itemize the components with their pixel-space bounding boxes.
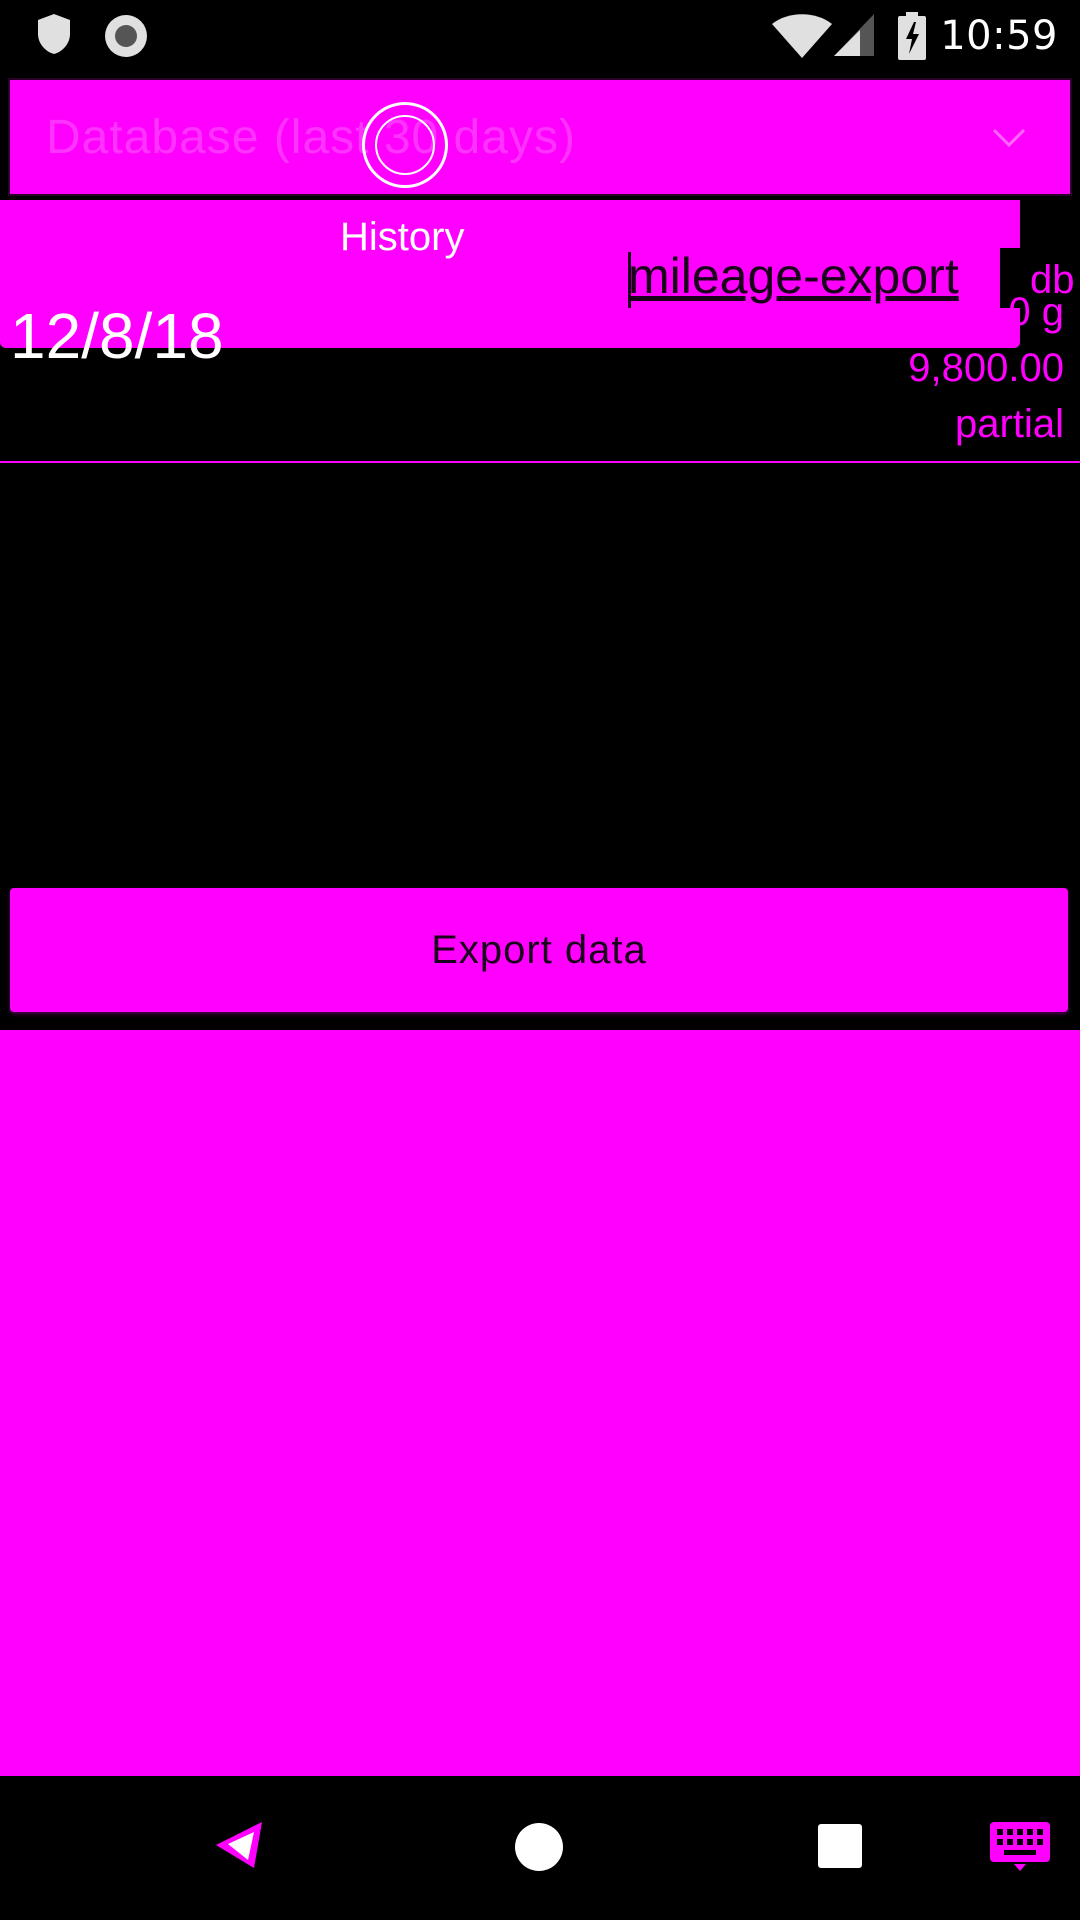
chevron-down-icon [992,128,1026,148]
row-status: partial [955,402,1064,446]
dropdown-label: Database (last 30 days) [46,111,576,164]
shield-icon [38,14,70,54]
recents-icon[interactable] [818,1824,862,1868]
status-time: 10:59 [940,13,1058,59]
badge-icon [362,102,448,188]
status-bar: 10:59 [0,0,1080,72]
cellular-signal-icon [834,14,874,56]
row-divider [0,461,1080,463]
lower-panel [0,1030,1080,1776]
export-data-button[interactable]: Export data [10,888,1068,1012]
home-icon[interactable] [514,1822,564,1872]
row-mileage: 9,800.00 [908,346,1064,390]
wifi-icon [772,14,832,58]
row-amount: 0 g [1008,290,1064,334]
app-screen: 10:59 Database (last 30 days) History mi… [0,0,1080,1920]
range-dropdown[interactable]: Database (last 30 days) [8,78,1072,196]
back-icon[interactable] [214,1820,264,1870]
row-values: 0 g 9,800.00 partial [908,284,1064,452]
battery-charging-icon [898,12,926,60]
keyboard-icon[interactable] [990,1822,1050,1872]
row-date: 12/8/18 [10,300,224,372]
history-label: History [340,215,465,259]
record-icon [105,15,147,57]
